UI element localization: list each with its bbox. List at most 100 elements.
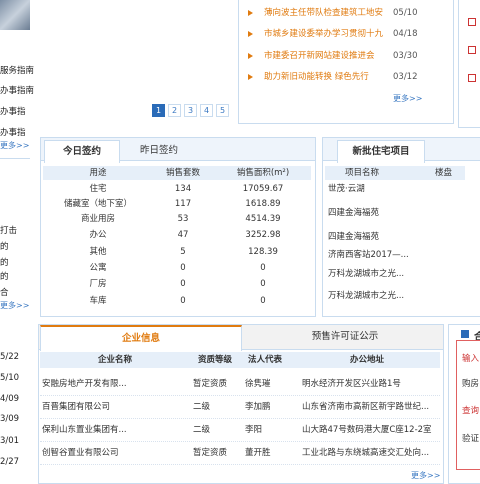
verify-link[interactable]: 验证 [462, 432, 479, 444]
news-item[interactable]: 市建委召开新网站建设推进会 03/30 [248, 49, 420, 63]
left-text-3: 的 [0, 258, 9, 268]
cell-count: 0 [180, 279, 186, 289]
col-legal-rep: 法人代表 [248, 355, 283, 365]
news-bullet-icon [248, 10, 253, 16]
cell-use: 公寓 [89, 263, 107, 273]
news-item[interactable]: 助力新旧动能转换 绿色先行 03/12 [248, 70, 420, 84]
cell-count: 53 [177, 214, 189, 224]
left-link-1[interactable]: 服务指南 [0, 64, 34, 76]
left-date-1: 5/22 [0, 352, 20, 362]
cell-legal-rep: 董开胜 [245, 448, 271, 458]
cell-area: 0 [260, 296, 266, 306]
table-row: 百晋集团有限公司 二级 李加鹏 山东省济南市高新区新宇路世纪... [40, 396, 440, 419]
input-label: 输入 [462, 354, 480, 364]
news-title[interactable]: 市建委召开新网站建设推进会 [264, 49, 389, 63]
cell-qualification: 二级 [193, 425, 211, 435]
tab-today-sign[interactable]: 今日签约 [44, 140, 120, 163]
cell-count: 0 [180, 263, 186, 273]
left-text-2: 的 [0, 242, 9, 252]
cell-count: 134 [174, 184, 192, 194]
news-date: 03/30 [393, 51, 418, 61]
cell-address: 山大路47号数码港大厦C座12-2室 [302, 425, 432, 435]
enterprise-more-link[interactable]: 更多>> [411, 470, 440, 481]
right-marker-2 [468, 46, 476, 54]
cell-use: 办公 [89, 230, 107, 240]
news-date: 05/10 [393, 8, 418, 18]
table-row: 办公 47 3252.98 [43, 228, 311, 242]
cell-use: 储藏室（地下室） [63, 199, 132, 209]
tab-enterprise-info[interactable]: 企业信息 [40, 325, 242, 351]
news-more-link[interactable]: 更多>> [393, 93, 422, 104]
page-4[interactable]: 4 [200, 104, 213, 117]
col-area: 销售面积(m²) [236, 168, 290, 178]
query-link[interactable]: 查询 [462, 404, 479, 416]
cell-count: 117 [174, 199, 192, 209]
news-date: 03/12 [393, 72, 418, 82]
cell-count: 5 [180, 247, 186, 257]
project-link[interactable]: 万科龙湖城市之光... [328, 285, 448, 307]
tab-presale-permit[interactable]: 预售许可证公示 [270, 325, 420, 349]
cell-area: 3252.98 [245, 230, 281, 240]
company-name-link[interactable]: 保利山东置业集团有... [42, 419, 134, 441]
table-row: 商业用房 53 4514.39 [43, 212, 311, 226]
cell-legal-rep: 徐隽璀 [245, 379, 271, 389]
cell-count: 0 [180, 296, 186, 306]
news-pagination: 1 2 3 4 5 [152, 104, 229, 117]
left-more-link-bottom[interactable]: 更多>> [0, 300, 29, 311]
page-1[interactable]: 1 [152, 104, 165, 117]
left-more-link-top[interactable]: 更多>> [0, 140, 29, 151]
table-row: 住宅 134 17059.67 [43, 182, 311, 196]
project-link[interactable]: 四建金海福苑 [328, 202, 448, 224]
left-link-2[interactable]: 办事指南 [0, 84, 34, 96]
enterprise-table-header: 企业名称 资质等级 法人代表 办公地址 [40, 352, 440, 368]
company-name-link[interactable]: 百晋集团有限公司 [42, 396, 134, 418]
table-row: 车库 0 0 [43, 294, 311, 308]
tab-yesterday-sign[interactable]: 昨日签约 [122, 140, 196, 162]
news-title[interactable]: 市城乡建设委举办学习贯彻十九 [264, 27, 389, 41]
page-2[interactable]: 2 [168, 104, 181, 117]
left-link-4[interactable]: 办事指 [0, 126, 26, 138]
sales-table-header: 用途 销售套数 销售面积(m²) [43, 166, 311, 180]
cell-use: 住宅 [89, 184, 107, 194]
page-3[interactable]: 3 [184, 104, 197, 117]
left-link-3[interactable]: 办事指 [0, 105, 26, 117]
query-panel-icon [461, 330, 469, 338]
projects-title: 新批住宅项目 [337, 140, 425, 163]
left-text-4: 的 [0, 272, 9, 282]
purchase-link[interactable]: 购房 [462, 377, 479, 389]
cell-address: 工业北路与东绕城高速交汇处向... [302, 448, 430, 458]
col-company-name: 企业名称 [98, 355, 133, 365]
col-qualification: 资质等级 [198, 355, 233, 365]
cell-qualification: 暂定资质 [193, 379, 228, 389]
company-name-link[interactable]: 安融房地产开发有限... [42, 373, 134, 395]
page-5[interactable]: 5 [216, 104, 229, 117]
news-item[interactable]: 市城乡建设委举办学习贯彻十九 04/18 [248, 27, 420, 41]
company-name-link[interactable]: 创智谷置业有限公司 [42, 442, 134, 464]
cell-area: 17059.67 [242, 184, 284, 194]
cell-address: 明水经济开发区兴业路1号 [302, 379, 401, 389]
cell-area: 0 [260, 279, 266, 289]
banner-image [0, 0, 30, 30]
cell-legal-rep: 李加鹏 [245, 402, 271, 412]
project-link[interactable]: 万科龙湖城市之光... [328, 263, 448, 285]
news-item[interactable]: 薄向波主任带队检查建筑工地安 05/10 [248, 6, 420, 20]
cell-count: 47 [177, 230, 189, 240]
cell-use: 厂房 [89, 279, 107, 289]
cell-use: 其他 [89, 247, 107, 257]
left-divider [0, 158, 30, 159]
cell-legal-rep: 李阳 [245, 425, 263, 435]
left-date-5: 3/01 [0, 436, 20, 446]
news-title[interactable]: 薄向波主任带队检查建筑工地安 [264, 6, 389, 20]
cell-use: 商业用房 [80, 214, 115, 224]
cell-qualification: 二级 [193, 402, 211, 412]
table-row: 保利山东置业集团有... 二级 李阳 山大路47号数码港大厦C座12-2室 [40, 419, 440, 442]
news-bullet-icon [248, 53, 253, 59]
left-text-5: 合 [0, 288, 9, 298]
cell-area: 0 [260, 263, 266, 273]
news-date: 04/18 [393, 29, 418, 39]
left-date-2: 5/10 [0, 373, 20, 383]
project-link[interactable]: 世茂·云湖 [328, 178, 448, 200]
table-row: 其他 5 128.39 [43, 245, 311, 259]
right-marker-1 [468, 18, 476, 26]
news-title[interactable]: 助力新旧动能转换 绿色先行 [264, 70, 389, 84]
